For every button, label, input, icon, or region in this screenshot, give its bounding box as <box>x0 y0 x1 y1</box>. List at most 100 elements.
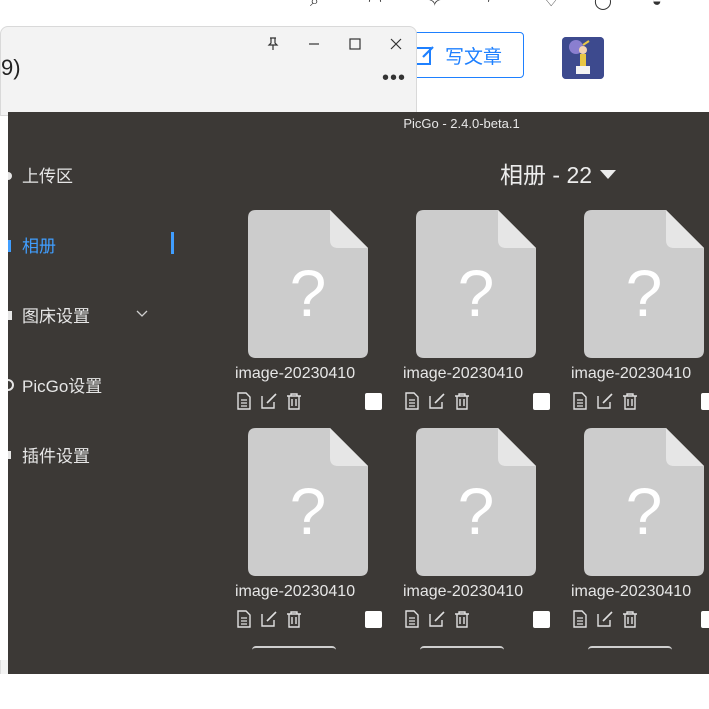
select-checkbox[interactable] <box>701 611 709 628</box>
maximize-button[interactable] <box>334 27 375 61</box>
image-card[interactable]: ? image-20230410 <box>235 428 385 638</box>
image-name: image-20230410 <box>235 583 356 600</box>
share-icon[interactable]: ◜ <box>488 0 494 10</box>
trash-icon[interactable] <box>453 392 471 410</box>
file-placeholder-icon[interactable]: ? <box>248 210 368 358</box>
document-icon[interactable] <box>403 610 421 628</box>
document-icon[interactable] <box>235 610 253 628</box>
close-button[interactable] <box>375 27 416 61</box>
select-checkbox[interactable] <box>365 611 382 628</box>
background-window: 9) ••• <box>0 26 417 116</box>
window-controls <box>252 27 416 61</box>
plugin-icon <box>8 447 14 461</box>
question-glyph: ? <box>626 256 663 330</box>
maximize-icon <box>348 38 361 50</box>
image-actions <box>571 392 709 412</box>
write-article-button[interactable]: 写文章 <box>404 32 524 78</box>
edit-icon[interactable] <box>428 610 446 628</box>
question-glyph: ? <box>290 474 327 548</box>
more-options-button[interactable]: ••• <box>382 67 406 90</box>
image-card[interactable]: ? image-20230410 <box>403 210 553 420</box>
sidebar-item-label: PicGo设置 <box>22 376 103 396</box>
close-icon <box>390 38 401 50</box>
sidebar-item-album[interactable]: 相册 <box>8 224 183 264</box>
file-placeholder-icon[interactable]: ? <box>584 428 704 576</box>
minimize-button[interactable] <box>293 27 334 61</box>
question-glyph: ? <box>458 474 495 548</box>
trash-icon[interactable] <box>621 610 639 628</box>
next-row-peek <box>420 646 504 650</box>
menu-icon <box>8 307 14 321</box>
next-row-peek <box>588 646 672 650</box>
upload-icon <box>8 167 14 181</box>
file-placeholder-icon[interactable]: ? <box>416 428 536 576</box>
zoom-icon[interactable]: ⌕ <box>310 0 319 10</box>
edit-icon[interactable] <box>260 610 278 628</box>
album-dropdown[interactable]: 相册 - 22 <box>500 156 617 190</box>
edit-icon[interactable] <box>428 392 446 410</box>
question-glyph: ? <box>290 256 327 330</box>
sidebar-item-label: 插件设置 <box>22 446 90 466</box>
image-actions <box>403 392 553 412</box>
file-placeholder-icon[interactable]: ? <box>416 210 536 358</box>
document-icon[interactable] <box>571 610 589 628</box>
trash-icon[interactable] <box>453 610 471 628</box>
sidebar-item-plugin-settings[interactable]: 插件设置 <box>8 434 183 474</box>
pin-button[interactable] <box>252 27 293 61</box>
document-icon[interactable] <box>235 392 253 410</box>
cursor-icon[interactable]: ⌒ <box>210 0 226 10</box>
sidebar: 上传区 相册 图床设置 PicGo设置 插件设置 <box>8 112 183 674</box>
image-card[interactable]: ? image-20230410 <box>235 210 385 420</box>
file-placeholder-icon[interactable]: ? <box>584 210 704 358</box>
question-glyph: ? <box>458 256 495 330</box>
account-icon[interactable]: ◯ <box>594 0 612 10</box>
picture-icon <box>8 237 14 252</box>
album-title: 相册 - 22 <box>500 162 593 188</box>
window-title-text: PicGo - 2.4.0-beta.1 <box>403 116 520 131</box>
trash-icon[interactable] <box>285 392 303 410</box>
edit-icon[interactable] <box>260 392 278 410</box>
picgo-window: PicGo - 2.4.0-beta.1 上传区 相册 图床设置 PicGo设置… <box>8 112 709 674</box>
image-card[interactable]: ? image-20230410 <box>571 428 709 638</box>
image-name: image-20230410 <box>235 365 356 382</box>
extension-icon[interactable]: ◠ <box>368 0 382 10</box>
image-actions <box>571 610 709 630</box>
sidebar-item-label: 上传区 <box>22 166 73 186</box>
image-actions <box>235 392 385 412</box>
avatar[interactable] <box>562 37 604 79</box>
edit-icon[interactable] <box>596 610 614 628</box>
sidebar-item-picbed-settings[interactable]: 图床设置 <box>8 294 183 334</box>
sidebar-item-upload[interactable]: 上传区 <box>8 154 183 194</box>
file-placeholder-icon[interactable]: ? <box>248 428 368 576</box>
pin-icon <box>267 37 278 50</box>
document-icon[interactable] <box>571 392 589 410</box>
image-name: image-20230410 <box>403 365 524 382</box>
page-background <box>0 674 709 709</box>
sidebar-item-label: 图床设置 <box>22 306 90 326</box>
favorites-icon[interactable]: ♡ <box>544 0 558 10</box>
question-glyph: ? <box>626 474 663 548</box>
shield-icon[interactable]: ◒ <box>652 0 662 10</box>
next-row-peek <box>252 646 336 650</box>
chevron-down-icon <box>136 310 148 317</box>
select-checkbox[interactable] <box>701 393 709 410</box>
image-name: image-20230410 <box>571 583 692 600</box>
select-checkbox[interactable] <box>533 611 550 628</box>
trash-icon[interactable] <box>285 610 303 628</box>
image-name: image-20230410 <box>403 583 524 600</box>
select-checkbox[interactable] <box>533 393 550 410</box>
image-card[interactable]: ? image-20230410 <box>571 210 709 420</box>
image-card[interactable]: ? image-20230410 <box>403 428 553 638</box>
puzzle-icon[interactable]: ✧ <box>428 0 441 10</box>
gear-icon <box>8 377 14 391</box>
background-window-title: 9) <box>1 55 21 80</box>
trash-icon[interactable] <box>621 392 639 410</box>
image-actions <box>235 610 385 630</box>
image-actions <box>403 610 553 630</box>
select-checkbox[interactable] <box>365 393 382 410</box>
browser-extension-icons: ⌒ ⌕ ◠ ✧ ◜ ♡ ◯ ◒ <box>200 0 709 16</box>
edit-icon[interactable] <box>596 392 614 410</box>
sidebar-item-picgo-settings[interactable]: PicGo设置 <box>8 364 183 404</box>
minimize-icon <box>308 43 319 45</box>
document-icon[interactable] <box>403 392 421 410</box>
